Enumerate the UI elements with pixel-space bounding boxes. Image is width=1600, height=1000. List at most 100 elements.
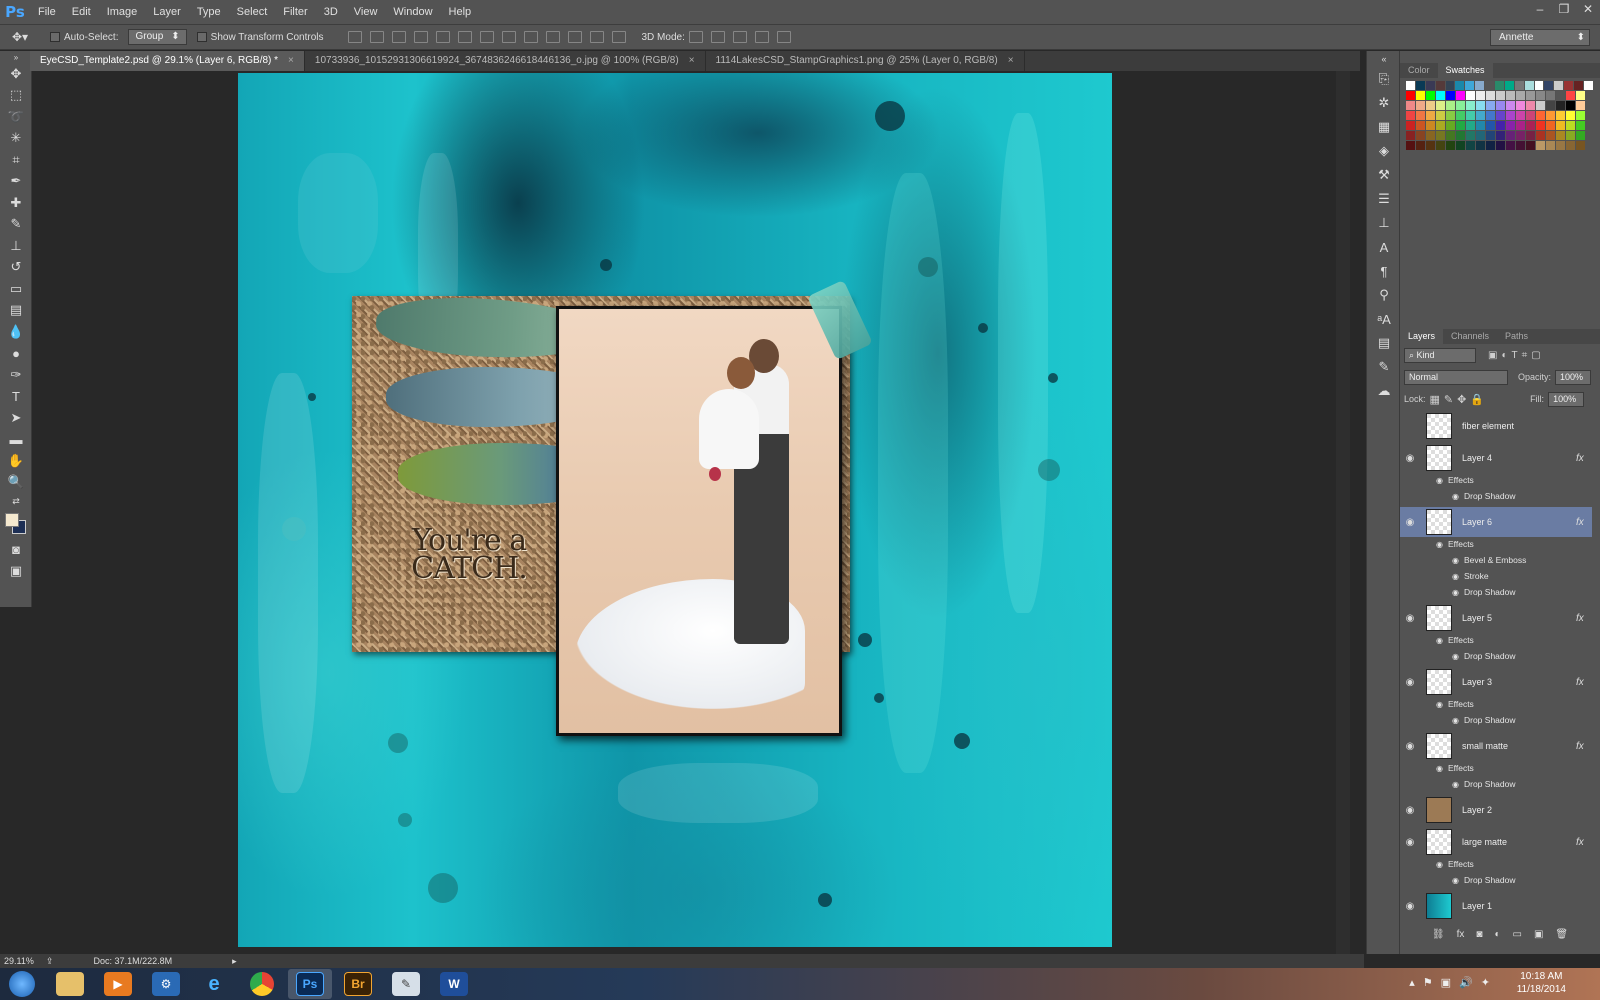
filter-adjust-icon[interactable]: ◐	[1501, 350, 1507, 361]
quick-select-tool-icon[interactable]: ✳	[0, 128, 32, 150]
layer-fx-icon[interactable]: fx	[1576, 517, 1592, 528]
effect-eye-icon[interactable]: ◉	[1452, 716, 1459, 725]
doc-tab[interactable]: 10733936_10152931306619924_3674836246618…	[305, 51, 706, 71]
swatches-grid[interactable]	[1400, 78, 1600, 154]
color-swatch[interactable]	[1406, 141, 1415, 150]
color-swatch[interactable]	[1486, 111, 1495, 120]
share-icon[interactable]: ⇪	[46, 956, 54, 967]
color-swatch[interactable]	[1446, 141, 1455, 150]
color-swatch[interactable]	[1556, 111, 1565, 120]
distribute-right-icon[interactable]	[589, 31, 604, 43]
history-brush-tool-icon[interactable]: ↺	[0, 257, 32, 279]
effects-group[interactable]: ◉ Effects	[1436, 699, 1474, 709]
color-swatch[interactable]	[1536, 141, 1545, 150]
color-swatch[interactable]	[1566, 131, 1575, 140]
close-tab-icon[interactable]: ×	[1008, 51, 1014, 71]
color-swatch[interactable]	[1416, 101, 1425, 110]
color-swatch[interactable]	[1406, 131, 1415, 140]
visibility-eye-icon[interactable]: ◉	[1400, 517, 1420, 528]
3d-slide-icon[interactable]	[754, 31, 769, 43]
hand-tool-icon[interactable]: ✋	[0, 450, 32, 472]
vertical-scrollbar[interactable]	[1336, 71, 1350, 954]
menu-image[interactable]: Image	[99, 0, 146, 24]
show-transform-checkbox[interactable]	[196, 32, 207, 42]
minimize-icon[interactable]: –	[1528, 0, 1552, 18]
tab-swatches[interactable]: Swatches	[1437, 63, 1493, 78]
color-swatch[interactable]	[1496, 131, 1505, 140]
color-swatch[interactable]	[1486, 131, 1495, 140]
layer-row[interactable]: ◉ large matte fx	[1400, 827, 1592, 857]
color-swatch[interactable]	[1506, 101, 1515, 110]
color-swatch[interactable]	[1576, 91, 1585, 100]
color-swatch[interactable]	[1445, 81, 1455, 90]
color-swatch[interactable]	[1564, 81, 1574, 90]
color-swatch[interactable]	[1456, 91, 1465, 100]
color-swatch[interactable]	[1546, 121, 1555, 130]
color-swatch[interactable]	[1546, 131, 1555, 140]
brushes-panel-icon[interactable]: ▦	[1367, 115, 1401, 139]
color-swatch[interactable]	[1576, 101, 1585, 110]
color-swatch[interactable]	[1496, 91, 1505, 100]
menu-select[interactable]: Select	[229, 0, 276, 24]
color-swatch[interactable]	[1556, 121, 1565, 130]
layer-fx-icon[interactable]: fx	[1576, 453, 1592, 464]
color-swatch[interactable]	[1566, 121, 1575, 130]
color-swatch[interactable]	[1556, 101, 1565, 110]
add-mask-icon[interactable]: ◙	[1476, 929, 1482, 945]
start-button[interactable]	[0, 969, 44, 999]
color-swatch[interactable]	[1406, 121, 1415, 130]
distribute-left-icon[interactable]	[545, 31, 560, 43]
delete-layer-icon[interactable]: 🗑	[1555, 929, 1568, 945]
color-swatch[interactable]	[1556, 91, 1565, 100]
color-swatch[interactable]	[1576, 131, 1585, 140]
path-select-tool-icon[interactable]: ➤	[0, 407, 32, 429]
color-swatch[interactable]	[1556, 131, 1565, 140]
visibility-eye-icon[interactable]: ◉	[1400, 453, 1420, 464]
color-swatch[interactable]	[1566, 111, 1575, 120]
distribute-bottom-icon[interactable]	[523, 31, 538, 43]
color-swatch[interactable]	[1506, 141, 1515, 150]
type-tool-icon[interactable]: T	[0, 386, 32, 408]
color-swatch[interactable]	[1456, 121, 1465, 130]
color-swatch[interactable]	[1446, 111, 1455, 120]
close-tab-icon[interactable]: ×	[689, 51, 695, 71]
color-swatch[interactable]	[1496, 111, 1505, 120]
new-layer-icon[interactable]: ▣	[1534, 929, 1543, 945]
color-swatch[interactable]	[1516, 111, 1525, 120]
visibility-eye-icon[interactable]: ◉	[1400, 837, 1420, 848]
color-swatch[interactable]	[1406, 111, 1415, 120]
3d-pan-icon[interactable]	[732, 31, 747, 43]
color-swatch[interactable]	[1526, 91, 1535, 100]
color-swatch[interactable]	[1544, 81, 1554, 90]
color-swatch[interactable]	[1536, 111, 1545, 120]
visibility-eye-icon[interactable]: ◉	[1400, 677, 1420, 688]
show-hidden-icon[interactable]: ▴	[1409, 976, 1415, 989]
color-swatch[interactable]	[1536, 121, 1545, 130]
color-swatch[interactable]	[1466, 111, 1475, 120]
color-swatch[interactable]	[1486, 91, 1495, 100]
visibility-eye-icon[interactable]: ◉	[1400, 741, 1420, 752]
color-swatch[interactable]	[1516, 91, 1525, 100]
new-group-icon[interactable]: ▭	[1512, 929, 1521, 945]
layer-row[interactable]: ◉ Layer 6 fx	[1400, 507, 1592, 537]
color-swatch[interactable]	[1486, 101, 1495, 110]
color-swatch[interactable]	[1426, 91, 1435, 100]
close-tab-icon[interactable]: ×	[288, 51, 294, 71]
photoshop-taskbar-icon[interactable]: Ps	[288, 969, 332, 999]
paint-icon[interactable]: ✎	[384, 969, 428, 999]
color-swatch[interactable]	[1506, 111, 1515, 120]
color-swatch[interactable]	[1415, 81, 1425, 90]
color-swatch[interactable]	[1526, 131, 1535, 140]
lock-transparent-icon[interactable]: ▦	[1430, 393, 1440, 406]
layer-name[interactable]: Layer 1	[1462, 901, 1576, 911]
layer-name[interactable]: Layer 3	[1462, 677, 1576, 687]
color-swatch[interactable]	[1574, 81, 1584, 90]
effect-eye-icon[interactable]: ◉	[1452, 572, 1459, 581]
3d-rotate-icon[interactable]	[688, 31, 703, 43]
layer-fx-icon[interactable]: fx	[1576, 613, 1592, 624]
effect-item[interactable]: ◉ Drop Shadow	[1452, 651, 1516, 661]
color-swatch[interactable]	[1436, 101, 1445, 110]
color-swatch[interactable]	[1416, 141, 1425, 150]
color-swatch[interactable]	[1406, 81, 1415, 90]
color-swatch[interactable]	[1446, 121, 1455, 130]
